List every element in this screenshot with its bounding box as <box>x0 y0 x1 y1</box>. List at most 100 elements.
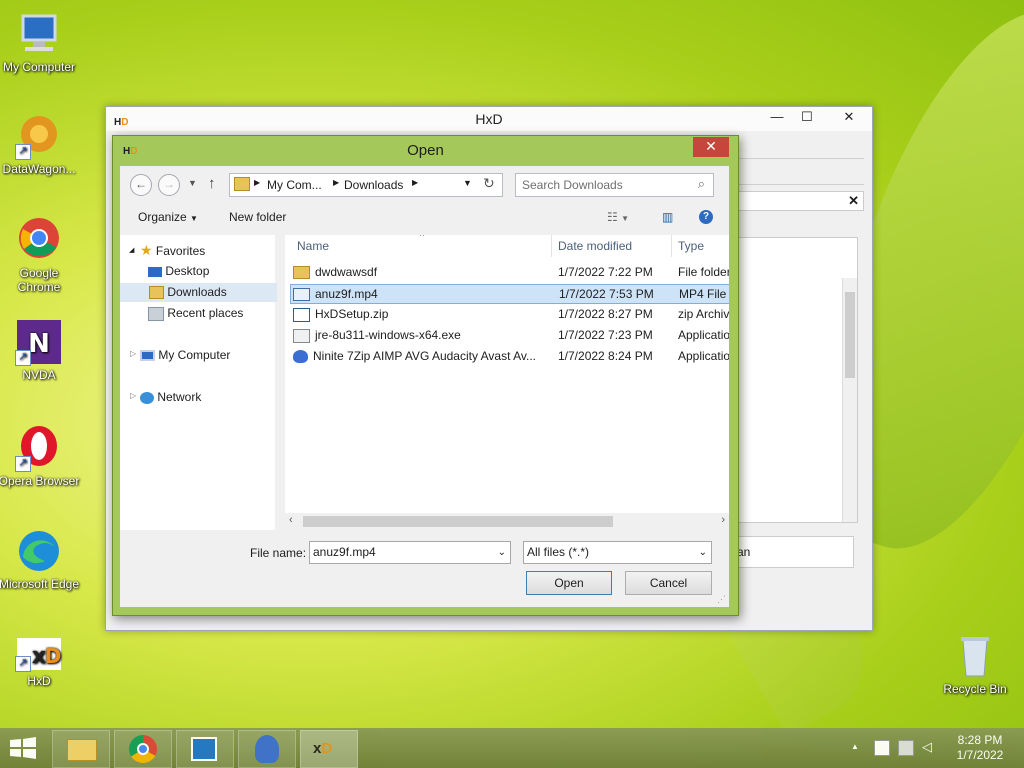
downloads-icon <box>149 286 164 300</box>
downloads-folder-icon <box>234 177 250 191</box>
up-folder-icon[interactable]: ↑ <box>208 175 216 192</box>
expand-icon[interactable]: ◢ <box>129 246 134 254</box>
desktop-icon-label: NVDA <box>22 368 56 382</box>
column-header-date[interactable]: Date modified <box>558 235 668 257</box>
column-header-name[interactable]: Name <box>297 235 547 257</box>
recent-locations-icon[interactable]: ▼ <box>188 178 197 188</box>
hxd-status-box: an <box>726 536 854 568</box>
search-input[interactable]: Search Downloads <box>522 178 623 192</box>
file-row[interactable]: anuz9f.mp4 1/7/2022 7:53 PM MP4 File <box>290 284 729 304</box>
file-row[interactable]: HxDSetup.zip 1/7/2022 8:27 PM zip Archiv… <box>291 304 729 324</box>
breadcrumb-separator-icon: ▶ <box>254 178 261 187</box>
desktop-icon-hxd[interactable]: xD ↗ HxD <box>0 636 81 688</box>
taskbar-chrome[interactable] <box>114 730 172 768</box>
file-list[interactable]: ^ Name Date modified Type dwdwawsdf 1/7/… <box>285 235 729 530</box>
action-center-icon[interactable] <box>874 740 890 756</box>
preview-pane-icon[interactable]: ▥ <box>662 210 673 224</box>
datawagon-icon: ↗ <box>15 112 63 160</box>
open-button[interactable]: Open <box>526 571 612 595</box>
hxd-app-icon: HD <box>114 117 129 128</box>
scrollbar-thumb[interactable] <box>303 516 613 527</box>
shortcut-arrow-icon: ↗ <box>15 350 31 366</box>
taskbar: xD ▲ ◁ 8:28 PM 1/7/2022 <box>0 728 1024 768</box>
cancel-button[interactable]: Cancel <box>625 571 712 595</box>
expand-icon[interactable]: ▷ <box>130 391 136 400</box>
close-tab-icon[interactable]: ✕ <box>848 193 859 209</box>
desktop-icon-nvda[interactable]: N ↗ NVDA <box>0 318 81 382</box>
refresh-icon[interactable]: ↻ <box>483 175 495 192</box>
horizontal-scrollbar[interactable]: ‹ › <box>285 513 729 530</box>
nav-my-computer[interactable]: My Computer <box>140 346 230 365</box>
address-dropdown-icon[interactable]: ▼ <box>463 178 472 188</box>
maximize-button[interactable]: ☐ <box>792 107 822 127</box>
desktop-icon-datawagon[interactable]: ↗ DataWagon... <box>0 112 81 176</box>
file-name: anuz9f.mp4 <box>315 287 378 301</box>
file-row[interactable]: jre-8u311-windows-x64.exe 1/7/2022 7:23 … <box>291 325 729 345</box>
nav-favorites[interactable]: ★ Favorites <box>140 241 205 260</box>
dialog-close-button[interactable]: ✕ <box>693 137 729 157</box>
hxd-scrollbar[interactable] <box>842 278 857 522</box>
chevron-down-icon[interactable]: ⌄ <box>699 542 707 563</box>
scroll-left-icon[interactable]: ‹ <box>289 514 293 526</box>
nav-recent-places[interactable]: Recent places <box>148 304 243 323</box>
scrollbar-thumb[interactable] <box>845 292 855 378</box>
recent-places-icon <box>148 306 164 321</box>
minimize-button[interactable]: — <box>762 107 792 127</box>
photos-icon <box>191 737 217 761</box>
file-row[interactable]: dwdwawsdf 1/7/2022 7:22 PM File folder <box>291 262 729 282</box>
expand-icon[interactable]: ▷ <box>130 349 136 358</box>
search-box[interactable]: Search Downloads ⌕ <box>515 173 714 197</box>
breadcrumb-my-computer[interactable]: My Com... <box>267 178 322 192</box>
desktop-icon-google-chrome[interactable]: Google Chrome <box>0 216 81 294</box>
taskbar-hxd[interactable]: xD <box>300 730 358 768</box>
resize-grip-icon[interactable]: ⋰ <box>717 594 726 605</box>
taskbar-file-explorer[interactable] <box>52 730 110 768</box>
address-bar[interactable]: ▶ My Com... ▶ Downloads ▶ ▼ ↻ <box>229 173 503 197</box>
column-header-type[interactable]: Type <box>678 235 729 257</box>
desktop-icon <box>148 266 162 277</box>
nav-desktop[interactable]: Desktop <box>148 262 275 281</box>
close-button[interactable]: ✕ <box>834 107 864 127</box>
svg-text:D: D <box>45 644 62 668</box>
hxd-title-text: HxD <box>475 111 503 127</box>
scroll-right-icon[interactable]: › <box>721 514 725 526</box>
show-hidden-icons[interactable]: ▲ <box>851 742 859 751</box>
file-type: MP4 File <box>679 287 727 301</box>
nav-network[interactable]: Network <box>140 388 201 407</box>
organize-button[interactable]: Organize ▼ <box>138 210 198 224</box>
volume-muted-icon[interactable]: ◁ <box>922 739 932 755</box>
hxd-icon: xD ↗ <box>15 636 63 672</box>
start-button[interactable] <box>8 736 38 760</box>
file-type: File folder <box>678 265 729 279</box>
back-button[interactable]: ← <box>130 174 152 196</box>
filename-input[interactable]: anuz9f.mp4 ⌄ <box>309 541 511 564</box>
dialog-titlebar[interactable]: HD Open ✕ <box>113 136 738 166</box>
taskbar-photos[interactable] <box>176 730 234 768</box>
hxd-hex-area[interactable] <box>726 237 858 523</box>
desktop-icon-my-computer[interactable]: My Computer <box>0 10 81 74</box>
navigation-pane[interactable]: ◢ ★ Favorites Desktop Downloads Recent p… <box>120 235 277 530</box>
desktop-icon-edge[interactable]: Microsoft Edge <box>0 527 81 591</box>
svg-text:N: N <box>28 329 50 359</box>
forward-button[interactable]: → <box>158 174 180 196</box>
new-folder-button[interactable]: New folder <box>229 210 286 224</box>
desktop-icon-opera[interactable]: ↗ Opera Browser <box>0 424 81 488</box>
desktop-icon-recycle-bin[interactable]: Recycle Bin <box>933 632 1017 696</box>
file-row[interactable]: Ninite 7Zip AIMP AVG Audacity Avast Av..… <box>291 346 729 366</box>
hxd-titlebar[interactable]: HD HxD — ☐ ✕ <box>106 107 872 131</box>
taskbar-ninite[interactable] <box>238 730 296 768</box>
dialog-app-icon: HD <box>123 146 138 157</box>
help-icon[interactable]: ? <box>699 210 713 224</box>
shortcut-arrow-icon: ↗ <box>15 144 31 160</box>
view-options-icon[interactable]: ☷ ▼ <box>607 210 629 224</box>
video-file-icon <box>293 288 310 302</box>
file-name: jre-8u311-windows-x64.exe <box>315 328 461 342</box>
open-file-dialog[interactable]: HD Open ✕ ← → ▼ ↑ ▶ My Com... ▶ Download… <box>112 135 739 616</box>
network-status-icon[interactable] <box>898 740 914 756</box>
filetype-select[interactable]: All files (*.*) ⌄ <box>523 541 712 564</box>
clock[interactable]: 8:28 PM 1/7/2022 <box>945 733 1015 763</box>
breadcrumb-downloads[interactable]: Downloads <box>344 178 403 192</box>
chevron-down-icon[interactable]: ⌄ <box>498 542 506 563</box>
nav-downloads[interactable]: Downloads <box>120 283 277 302</box>
breadcrumb-separator-icon: ▶ <box>333 178 340 187</box>
